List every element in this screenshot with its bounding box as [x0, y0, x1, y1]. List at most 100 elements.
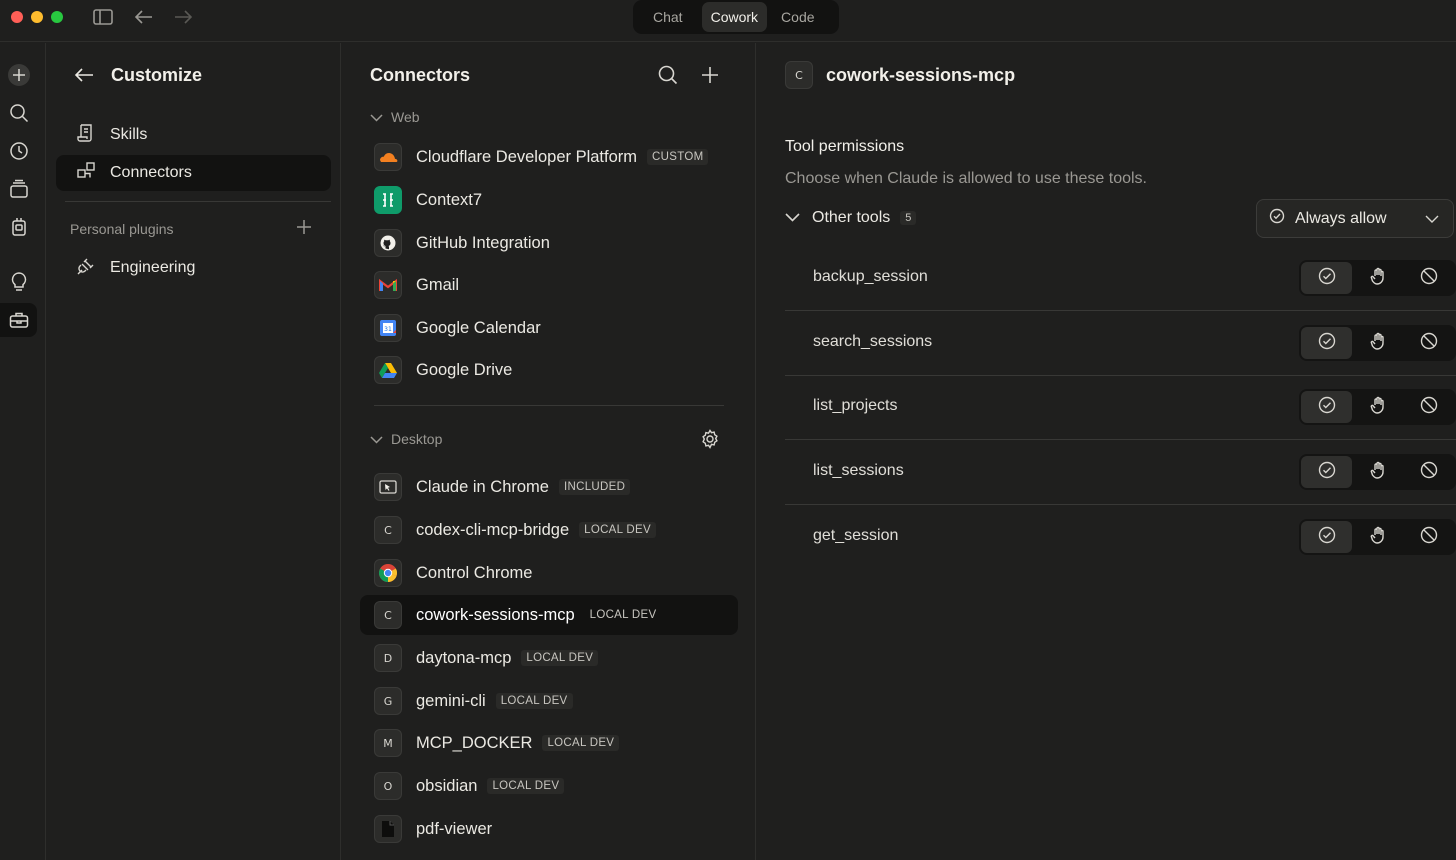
icon-rail — [0, 43, 46, 860]
chevron-down-icon — [785, 209, 800, 227]
connector-row[interactable]: Gmail — [360, 265, 738, 305]
artifacts-icon[interactable] — [0, 210, 37, 244]
forward-arrow-icon[interactable] — [171, 6, 195, 28]
add-plugin-button[interactable] — [296, 219, 312, 240]
block-button[interactable] — [1403, 327, 1454, 359]
tab-code[interactable]: Code — [772, 2, 823, 32]
gear-icon[interactable] — [700, 429, 720, 454]
block-icon — [1420, 396, 1438, 419]
check-circle-icon — [1318, 267, 1336, 290]
connector-row[interactable]: M MCP_DOCKER LOCAL DEV — [360, 723, 738, 763]
letter-icon: D — [374, 644, 402, 672]
ask-button[interactable] — [1352, 521, 1403, 553]
connector-row[interactable]: D daytona-mcp LOCAL DEV — [360, 638, 738, 678]
permissions-subtitle: Choose when Claude is allowed to use the… — [785, 170, 1147, 187]
group-permission-dropdown[interactable]: Always allow — [1256, 199, 1454, 238]
minimize-window-button[interactable] — [31, 11, 43, 23]
allow-button[interactable] — [1301, 327, 1352, 359]
gmail-icon — [374, 271, 402, 299]
connector-row[interactable]: O obsidian LOCAL DEV — [360, 766, 738, 806]
nav-item-engineering[interactable]: Engineering — [56, 250, 331, 286]
letter-icon: O — [374, 772, 402, 800]
block-button[interactable] — [1403, 262, 1454, 294]
connector-row[interactable]: pdf-viewer — [360, 809, 738, 849]
nav-item-label: Engineering — [110, 259, 196, 276]
mode-switcher: Chat Cowork Code — [633, 0, 839, 34]
letter-icon: M — [374, 729, 402, 757]
scroll-icon — [76, 123, 96, 148]
connector-row[interactable]: Cloudflare Developer Platform CUSTOM — [360, 137, 738, 177]
new-task-button[interactable] — [0, 58, 37, 92]
connector-badge: LOCAL DEV — [521, 650, 599, 666]
projects-stack-icon[interactable] — [0, 172, 37, 206]
web-section-toggle[interactable]: Web — [370, 109, 420, 125]
connector-row[interactable]: GitHub Integration — [360, 223, 738, 263]
connector-row[interactable]: Claude in Chrome INCLUDED — [360, 467, 738, 507]
zoom-window-button[interactable] — [51, 11, 63, 23]
divider — [374, 405, 724, 406]
ask-button[interactable] — [1352, 327, 1403, 359]
history-clock-icon[interactable] — [0, 134, 37, 168]
hand-icon — [1369, 396, 1387, 419]
github-icon — [374, 229, 402, 257]
nav-item-connectors[interactable]: Connectors — [56, 155, 331, 191]
other-tools-toggle[interactable]: Other tools 5 — [785, 209, 917, 227]
connector-badge: LOCAL DEV — [589, 609, 657, 621]
chevron-down-icon — [1425, 210, 1439, 228]
connector-name: Google Calendar — [416, 318, 541, 337]
block-button[interactable] — [1403, 456, 1454, 488]
block-button[interactable] — [1403, 521, 1454, 553]
ask-button[interactable] — [1352, 262, 1403, 294]
connector-badge: LOCAL DEV — [495, 693, 573, 709]
hand-icon — [1369, 526, 1387, 549]
connector-badge: INCLUDED — [558, 479, 631, 495]
hand-icon — [1369, 461, 1387, 484]
nav-item-label: Skills — [110, 126, 148, 143]
connector-name: pdf-viewer — [416, 819, 493, 838]
connector-row[interactable]: Google Drive — [360, 350, 738, 390]
connector-row[interactable]: 31 Google Calendar — [360, 308, 738, 348]
connector-title: cowork-sessions-mcp — [826, 65, 1016, 85]
connectors-title: Connectors — [370, 65, 471, 85]
connector-name: daytona-mcp — [416, 648, 512, 667]
divider — [65, 201, 331, 202]
back-arrow-icon[interactable] — [74, 67, 94, 88]
connector-name: GitHub Integration — [416, 233, 550, 252]
connector-row[interactable]: G gemini-cli LOCAL DEV — [360, 681, 738, 721]
nav-item-skills[interactable]: Skills — [56, 117, 331, 153]
allow-button[interactable] — [1301, 262, 1352, 294]
hand-icon — [1369, 332, 1387, 355]
search-icon[interactable] — [0, 96, 37, 130]
connector-row[interactable]: Control Chrome — [360, 553, 738, 593]
back-arrow-icon[interactable] — [132, 6, 156, 28]
sidebar-toggle-icon[interactable] — [91, 6, 115, 28]
connector-row[interactable]: Context7 — [360, 180, 738, 220]
allow-button[interactable] — [1301, 456, 1352, 488]
connector-name: MCP_DOCKER — [416, 733, 533, 752]
customize-panel: Customize Skills Connectors Personal plu… — [47, 43, 341, 860]
customize-toolbox-icon[interactable] — [0, 303, 37, 337]
ask-button[interactable] — [1352, 391, 1403, 423]
tab-cowork[interactable]: Cowork — [701, 2, 768, 32]
block-button[interactable] — [1403, 391, 1454, 423]
connector-name: codex-cli-mcp-bridge — [416, 520, 570, 539]
tool-name: list_projects — [813, 397, 898, 414]
permissions-heading: Tool permissions — [785, 138, 905, 155]
desktop-section-toggle[interactable]: Desktop — [370, 431, 442, 447]
hand-icon — [1369, 267, 1387, 290]
close-window-button[interactable] — [11, 11, 23, 23]
search-icon[interactable] — [658, 65, 678, 90]
allow-button[interactable] — [1301, 391, 1352, 423]
connector-detail-panel: C cowork-sessions-mcp Tool permissions C… — [757, 43, 1456, 860]
tool-count-badge: 5 — [900, 211, 917, 225]
connector-row-selected[interactable]: C cowork-sessions-mcp LOCAL DEV — [360, 595, 738, 635]
permission-segmented-control — [1299, 519, 1456, 555]
block-icon — [1420, 267, 1438, 290]
allow-button[interactable] — [1301, 521, 1352, 553]
lightbulb-icon[interactable] — [0, 265, 37, 299]
tool-row: search_sessions — [785, 312, 1456, 376]
tab-chat[interactable]: Chat — [644, 2, 692, 32]
add-connector-button[interactable] — [701, 66, 719, 89]
connector-row[interactable]: C codex-cli-mcp-bridge LOCAL DEV — [360, 510, 738, 550]
ask-button[interactable] — [1352, 456, 1403, 488]
